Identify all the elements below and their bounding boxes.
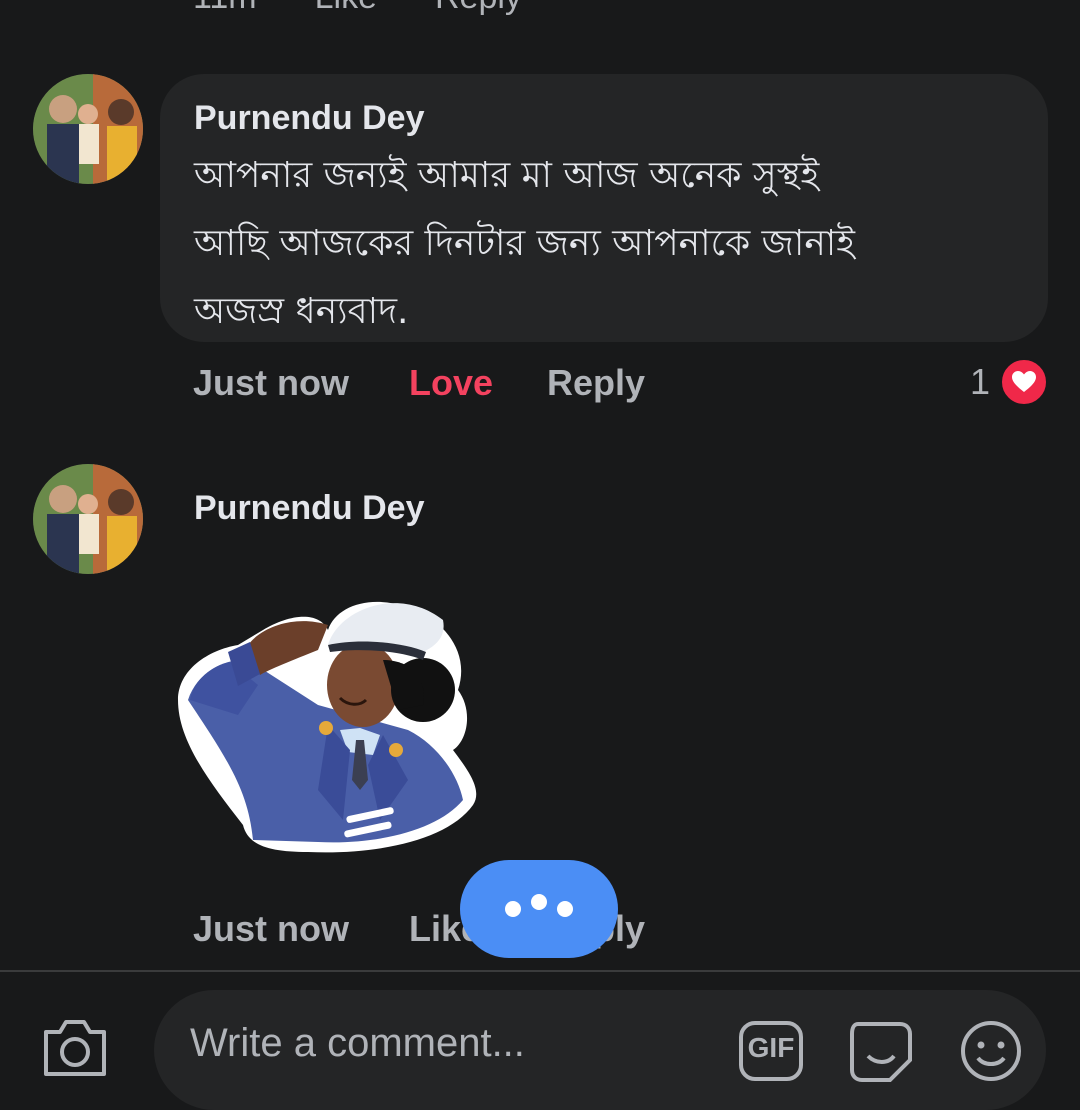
typing-dot: [531, 894, 547, 910]
gif-label: GIF: [747, 1032, 795, 1063]
avatar[interactable]: [33, 74, 143, 184]
comment-author[interactable]: Purnendu Dey: [194, 96, 1014, 140]
typing-dot: [505, 901, 521, 917]
avatar-photo: [33, 464, 143, 574]
comment-bubble[interactable]: Purnendu Dey আপনার জন্যই আমার মা আজ অনেক…: [160, 74, 1048, 342]
comment-text-line: অজস্র ধন্যবাদ.: [194, 291, 409, 332]
previous-like-button[interactable]: Like: [315, 0, 377, 17]
typing-dot: [557, 901, 573, 917]
gif-icon[interactable]: GIF: [738, 1020, 804, 1087]
comment-time: Just now: [193, 362, 350, 403]
camera-icon[interactable]: [40, 1016, 110, 1083]
typing-indicator: [460, 860, 618, 958]
reaction-summary[interactable]: 1: [970, 358, 1048, 406]
previous-reply-button[interactable]: Reply: [435, 0, 522, 17]
comment-actions: Just now Love Reply: [193, 362, 645, 404]
comment-composer: GIF: [0, 972, 1080, 1110]
avatar[interactable]: [33, 464, 143, 574]
reaction-count: 1: [969, 361, 990, 402]
heart-icon: [1000, 358, 1048, 406]
sticker-icon[interactable]: [848, 1020, 914, 1087]
reply-button[interactable]: Reply: [547, 362, 645, 404]
love-button[interactable]: Love: [409, 362, 547, 404]
comment-text-line: আছি আজকের দিনটার জন্য আপনাকে জানাই: [194, 223, 855, 264]
comment-text-line: আপনার জন্যই আমার মা আজ অনেক সুস্থই: [194, 155, 820, 196]
emoji-icon[interactable]: [958, 1020, 1024, 1087]
avatar-photo: [33, 74, 143, 184]
previous-comment-actions: 11m Like Reply: [193, 0, 522, 17]
comment-text: আপনার জন্যই আমার মা আজ অনেক সুস্থই আছি আ…: [194, 142, 1014, 346]
previous-time-label: 11m: [193, 0, 257, 17]
comment-author[interactable]: Purnendu Dey: [194, 486, 424, 530]
comment-input[interactable]: [188, 1012, 712, 1074]
comment-time: Just now: [193, 908, 350, 949]
salute-sticker[interactable]: [168, 590, 488, 860]
comment-input-container[interactable]: GIF: [154, 990, 1046, 1110]
